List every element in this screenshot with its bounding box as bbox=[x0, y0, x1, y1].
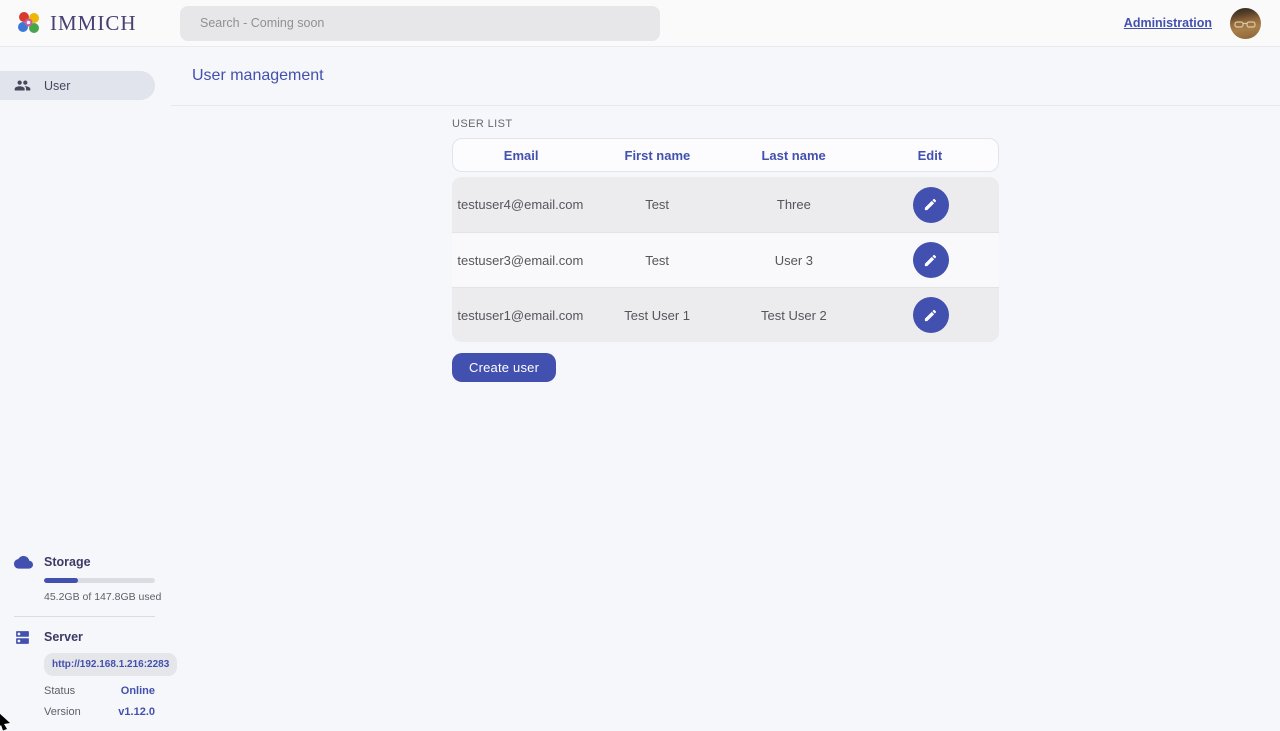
cell-email: testuser4@email.com bbox=[452, 197, 589, 212]
sunglasses-icon bbox=[1234, 21, 1257, 28]
page-title: User management bbox=[192, 67, 324, 85]
section-label: USER LIST bbox=[452, 118, 999, 130]
navbar-right: Administration bbox=[1124, 8, 1280, 39]
server-status-row: Status Online bbox=[44, 685, 155, 697]
cell-email: testuser1@email.com bbox=[452, 308, 589, 323]
column-header-last-name: Last name bbox=[726, 148, 862, 163]
sidebar: User Storage 45.2GB of 147.8GB used Serv… bbox=[0, 47, 171, 730]
server-version-row: Version v1.12.0 bbox=[44, 706, 155, 718]
pencil-icon bbox=[923, 197, 938, 212]
server-section: Server http://192.168.1.216:2283 Status … bbox=[14, 630, 155, 718]
edit-user-button[interactable] bbox=[913, 297, 949, 333]
dns-server-icon bbox=[14, 629, 31, 646]
table-body: testuser4@email.com Test Three testuser3… bbox=[452, 177, 999, 342]
cell-last-name: Test User 2 bbox=[726, 308, 863, 323]
sidebar-footer: Storage 45.2GB of 147.8GB used Server ht… bbox=[0, 555, 171, 718]
pencil-icon bbox=[923, 308, 938, 323]
cell-first-name: Test bbox=[589, 253, 726, 268]
storage-progress-bar bbox=[44, 578, 155, 583]
status-value: Online bbox=[121, 685, 155, 697]
version-value: v1.12.0 bbox=[118, 706, 155, 718]
column-header-edit: Edit bbox=[862, 148, 998, 163]
storage-progress-fill bbox=[44, 578, 78, 583]
table-row: testuser1@email.com Test User 1 Test Use… bbox=[452, 287, 999, 342]
server-url-badge: http://192.168.1.216:2283 bbox=[44, 653, 177, 676]
user-list-panel: USER LIST Email First name Last name Edi… bbox=[452, 118, 999, 382]
create-user-button[interactable]: Create user bbox=[452, 353, 556, 382]
top-navbar: IMMICH Administration bbox=[0, 0, 1280, 47]
table-header-row: Email First name Last name Edit bbox=[452, 138, 999, 172]
immich-flower-icon bbox=[16, 10, 42, 36]
table-row: testuser3@email.com Test User 3 bbox=[452, 232, 999, 287]
mouse-cursor bbox=[0, 711, 13, 731]
storage-usage-text: 45.2GB of 147.8GB used bbox=[44, 591, 155, 603]
cloud-icon bbox=[14, 554, 33, 569]
column-header-first-name: First name bbox=[589, 148, 725, 163]
footer-divider bbox=[14, 616, 155, 617]
brand-name: IMMICH bbox=[50, 11, 137, 36]
title-strip: User management bbox=[171, 47, 1280, 106]
storage-title: Storage bbox=[44, 555, 155, 569]
edit-user-button[interactable] bbox=[913, 187, 949, 223]
server-title: Server bbox=[44, 630, 155, 644]
user-avatar[interactable] bbox=[1230, 8, 1261, 39]
cell-last-name: User 3 bbox=[726, 253, 863, 268]
cell-first-name: Test bbox=[589, 197, 726, 212]
brand-logo[interactable]: IMMICH bbox=[0, 10, 180, 36]
sidebar-item-label: User bbox=[44, 79, 70, 93]
search-bar bbox=[180, 6, 660, 41]
search-input[interactable] bbox=[180, 6, 660, 41]
cell-last-name: Three bbox=[726, 197, 863, 212]
edit-user-button[interactable] bbox=[913, 242, 949, 278]
pencil-icon bbox=[923, 253, 938, 268]
storage-section: Storage 45.2GB of 147.8GB used bbox=[14, 555, 155, 603]
table-row: testuser4@email.com Test Three bbox=[452, 177, 999, 232]
version-label: Version bbox=[44, 706, 81, 718]
status-label: Status bbox=[44, 685, 75, 697]
column-header-email: Email bbox=[453, 148, 589, 163]
administration-link[interactable]: Administration bbox=[1124, 16, 1212, 30]
users-group-icon bbox=[14, 77, 31, 94]
cell-first-name: Test User 1 bbox=[589, 308, 726, 323]
sidebar-item-users[interactable]: User bbox=[0, 71, 155, 100]
cell-email: testuser3@email.com bbox=[452, 253, 589, 268]
main-panel: User management USER LIST Email First na… bbox=[171, 47, 1280, 730]
